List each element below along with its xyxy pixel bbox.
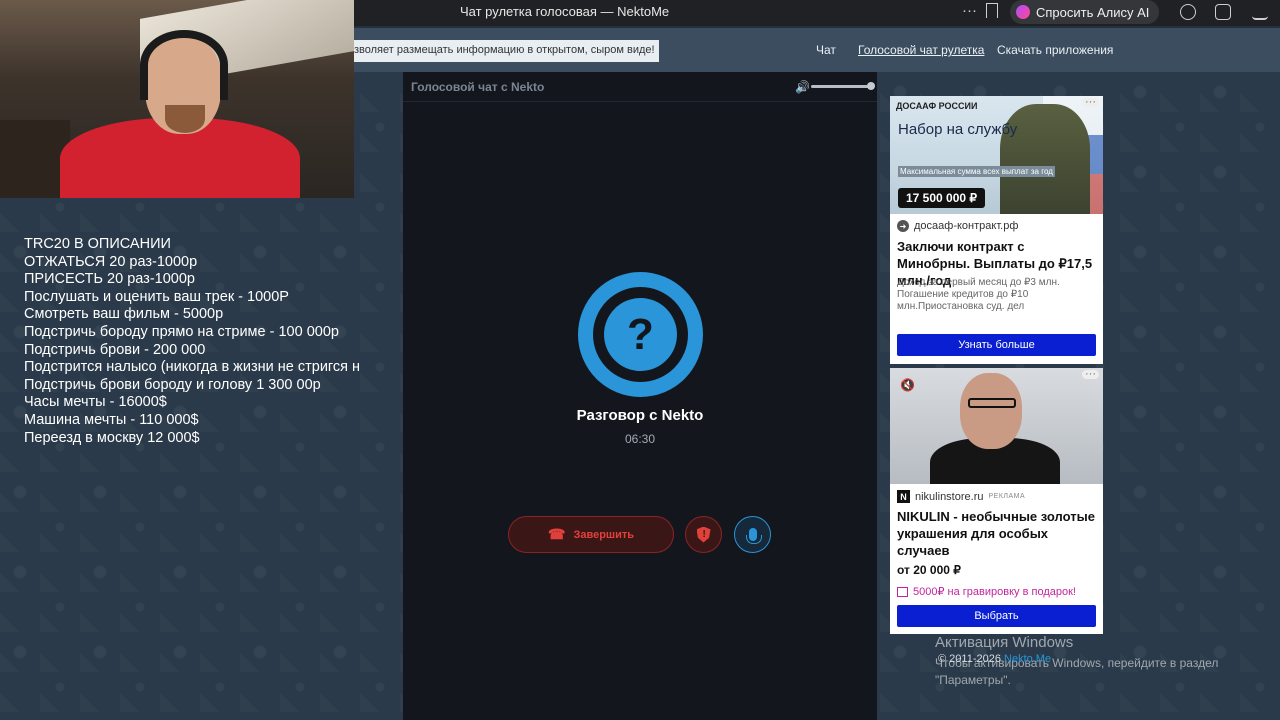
end-call-button[interactable]: ☎ Завершить — [508, 516, 674, 553]
call-title: Разговор с Nekto — [576, 407, 704, 424]
donation-line: ОТЖАТЬСЯ 20 раз-1000р — [24, 253, 198, 270]
media-control-icon[interactable] — [1180, 4, 1196, 20]
ad-title[interactable]: NIKULIN - необычные золотые украшения дл… — [897, 508, 1101, 559]
panel-header: Голосовой чат с Nekto 🔊 — [403, 72, 877, 102]
ad-more-icon[interactable]: ··· — [1082, 369, 1099, 380]
ad-video[interactable]: 🔇 ··· — [890, 368, 1103, 484]
ad-price: от 20 000 ₽ — [897, 563, 961, 577]
ad-headline: Набор на службу — [898, 121, 1018, 138]
donation-line: Подстричь брови - 200 000 — [24, 341, 206, 358]
volume-icon[interactable]: 🔊 — [795, 80, 810, 94]
ad-promo-text: 5000₽ на гравировку в подарок! — [913, 586, 1076, 598]
ad-more-icon[interactable]: ··· — [1082, 97, 1099, 108]
mute-icon[interactable]: 🔇 — [900, 378, 915, 392]
copyright-link[interactable]: Nekto.Me — [1004, 653, 1051, 665]
ad-learn-more-button[interactable]: Узнать больше — [897, 334, 1096, 356]
bookmark-icon[interactable] — [986, 3, 998, 18]
ask-alice-button[interactable]: Спросить Алису AI — [1010, 0, 1160, 24]
ad-small-text: Максимальная сумма всех выплат за год — [898, 166, 1055, 177]
voice-chat-panel: Голосовой чат с Nekto 🔊 ? Разговор с Nek… — [403, 72, 877, 720]
nav-chat[interactable]: Чат — [816, 43, 836, 57]
ad-domain-row: N nikulinstore.ru РЕКЛАМА — [897, 490, 1025, 503]
alice-icon — [1016, 5, 1030, 19]
ad-domain: nikulinstore.ru — [915, 490, 984, 503]
report-button[interactable]: ! — [685, 516, 722, 553]
hang-up-icon: ☎ — [548, 526, 566, 542]
anonymous-avatar: ? — [578, 272, 703, 397]
panel-title: Голосовой чат с Nekto — [411, 80, 545, 94]
headphones — [140, 30, 228, 100]
ad-price-tag: 17 500 000 ₽ — [898, 188, 986, 208]
ad-image: ДОСААФ РОССИИ Набор на службу Максимальн… — [890, 96, 1103, 214]
donation-line: Переезд в москву 12 000$ — [24, 429, 200, 446]
microphone-icon — [745, 528, 762, 544]
nav-download-apps[interactable]: Скачать приложения — [997, 43, 1113, 57]
browser-menu-icon[interactable]: ··· — [962, 2, 977, 19]
gift-icon — [897, 586, 908, 597]
donation-line: Машина мечты - 110 000$ — [24, 411, 199, 428]
microphone-button[interactable] — [734, 516, 771, 553]
browser-tab-title: Чат рулетка голосовая — NektoMe — [460, 4, 670, 19]
ad-nikulin[interactable]: 🔇 ··· N nikulinstore.ru РЕКЛАМА NIKULIN … — [890, 368, 1103, 634]
copyright-text: © 2011-2026 — [938, 653, 1005, 665]
ad-label: РЕКЛАМА — [988, 493, 1026, 500]
nikulin-logo-icon: N — [897, 490, 910, 503]
ad-brand: ДОСААФ РОССИИ — [896, 101, 978, 111]
volume-slider[interactable] — [811, 85, 871, 88]
donation-line: Подстричь бороду прямо на стриме - 100 0… — [24, 323, 339, 340]
donation-line: Часы мечты - 16000$ — [24, 394, 167, 411]
donation-line: TRC20 В ОПИСАНИИ — [24, 236, 171, 252]
copyright: © 2011-2026 Nekto.Me — [938, 653, 1051, 665]
end-call-label: Завершить — [573, 528, 634, 541]
arrow-icon: ➜ — [897, 220, 909, 232]
shield-icon: ! — [696, 526, 711, 543]
ad-description: Доход за первый месяц до ₽3 млн. Погашен… — [897, 277, 1060, 312]
ad-dosaaf[interactable]: ДОСААФ РОССИИ Набор на службу Максимальн… — [890, 96, 1103, 364]
donation-line: Послушать и оценить ваш трек - 1000Р — [24, 288, 289, 305]
webcam-overlay — [0, 0, 354, 198]
donation-line: ПРИСЕСТЬ 20 раз-1000р — [24, 271, 195, 288]
download-icon[interactable] — [1252, 4, 1268, 20]
call-timer: 06:30 — [624, 432, 656, 446]
nav-voice-chat[interactable]: Голосовой чат рулетка — [858, 43, 984, 57]
ad-promo: 5000₽ на гравировку в подарок! — [897, 585, 1076, 598]
info-note: зволяет размещать информацию в открытом,… — [352, 40, 659, 62]
ad-domain-row: ➜ досааф-контракт.рф — [897, 220, 1018, 232]
volume-slider-handle[interactable] — [867, 82, 875, 90]
ad-choose-button[interactable]: Выбрать — [897, 605, 1096, 627]
donation-line: Подстричь брови бороду и голову 1 300 00… — [24, 376, 321, 393]
extensions-icon[interactable] — [1215, 4, 1231, 20]
ask-alice-label: Спросить Алису AI — [1036, 4, 1150, 20]
donation-line: Подстрится налысо (никогда в жизни не ст… — [24, 359, 361, 376]
windows-activation-title: Активация Windows — [935, 634, 1074, 651]
question-mark-icon: ? — [604, 298, 677, 371]
donation-line: Смотреть ваш фильм - 5000р — [24, 306, 224, 323]
donation-list: TRC20 В ОПИСАНИИ ОТЖАТЬСЯ 20 раз-1000р П… — [24, 236, 376, 447]
ad-domain: досааф-контракт.рф — [914, 220, 1019, 232]
